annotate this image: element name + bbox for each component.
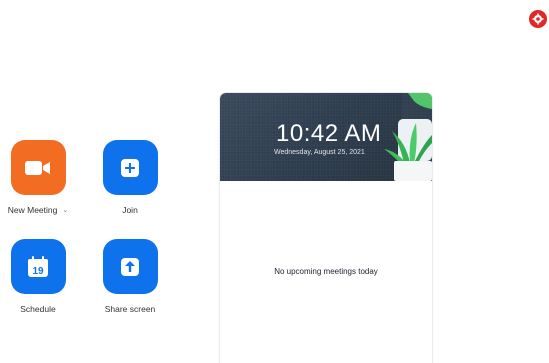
- schedule-button[interactable]: 19: [10, 239, 66, 294]
- clock-header: 10:42 AM Wednesday, August 25, 2021: [220, 93, 432, 181]
- new-meeting-button[interactable]: [10, 140, 66, 195]
- share-screen-label-row: Share screen: [105, 304, 156, 314]
- clock-time: 10:42 AM: [276, 120, 382, 147]
- join-label: Join: [122, 205, 138, 215]
- no-meetings-message: No upcoming meetings today: [274, 267, 378, 276]
- calendar-day: 19: [32, 266, 44, 277]
- video-camera-icon: [25, 160, 50, 175]
- gear-icon: [532, 13, 544, 25]
- schedule-label: Schedule: [20, 304, 56, 314]
- chevron-down-icon[interactable]: ⌄: [62, 206, 68, 214]
- arrow-up-icon: [121, 257, 139, 276]
- plant-illustration: [384, 93, 432, 181]
- new-meeting-label: New Meeting: [7, 205, 58, 215]
- settings-button[interactable]: [529, 10, 547, 28]
- calendar-icon: 19: [28, 255, 48, 277]
- join-label-row: Join: [122, 205, 138, 215]
- share-screen-button[interactable]: [102, 239, 158, 294]
- join-button[interactable]: [102, 140, 158, 195]
- share-screen-action: Share screen: [75, 239, 185, 314]
- clock-date: Wednesday, August 25, 2021: [274, 149, 365, 156]
- join-action: Join: [75, 140, 185, 215]
- plus-icon: [121, 158, 139, 177]
- upcoming-meetings-panel: 10:42 AM Wednesday, August 25, 2021 No u…: [220, 93, 432, 363]
- new-meeting-label-row: New Meeting ⌄: [8, 205, 68, 215]
- schedule-label-row: Schedule: [20, 304, 55, 314]
- share-screen-label: Share screen: [104, 304, 156, 314]
